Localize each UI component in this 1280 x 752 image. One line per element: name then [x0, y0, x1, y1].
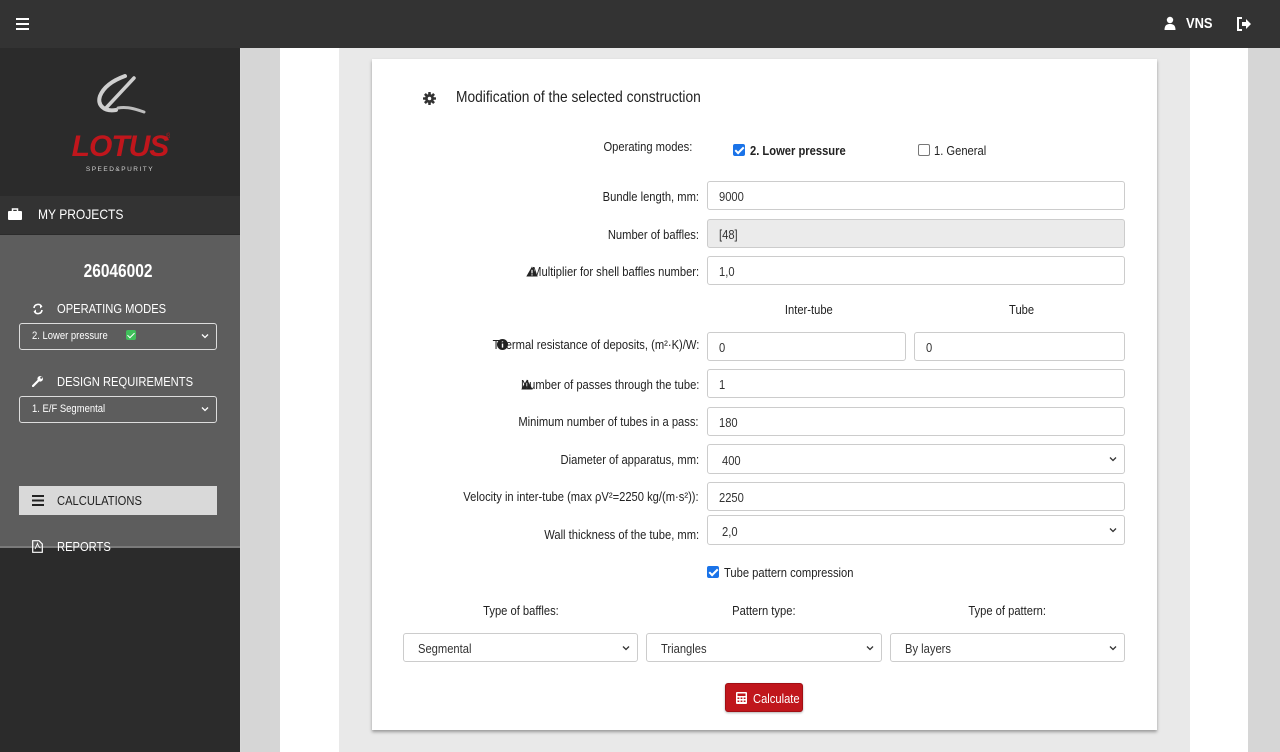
- bundle-length-input[interactable]: 9000: [707, 181, 1125, 210]
- my-projects-label: MY PROJECTS: [38, 206, 124, 222]
- chevron-down-icon: [1109, 646, 1117, 651]
- wall-thickness-select[interactable]: 2,0: [707, 515, 1125, 545]
- mode-lower-pressure-label: 2. Lower pressure: [750, 143, 846, 158]
- design-requirements-title: DESIGN REQUIREMENTS: [57, 374, 194, 389]
- lotus-logo: LOTUS ® SPEED&PURITY: [72, 74, 170, 173]
- list-icon: [32, 495, 44, 506]
- user-name[interactable]: VNS: [1186, 15, 1217, 32]
- tube-pattern-compression-checkbox[interactable]: [707, 566, 719, 578]
- operating-modes-select[interactable]: 2. Lower pressure: [19, 323, 217, 350]
- calculations-label: CALCULATIONS: [57, 493, 142, 508]
- chevron-down-icon: [1109, 457, 1117, 462]
- diameter-select[interactable]: 400: [707, 444, 1125, 474]
- operating-modes-title: OPERATING MODES: [57, 301, 167, 316]
- check-badge-icon: [126, 330, 137, 340]
- wrench-icon: [32, 376, 43, 387]
- mode-general-checkbox[interactable]: [918, 144, 930, 156]
- top-bar: VNS: [0, 0, 1280, 48]
- passes-input[interactable]: 1: [707, 369, 1125, 398]
- my-projects-link[interactable]: MY PROJECTS: [0, 196, 240, 234]
- card-title: Modification of the selected constructio…: [456, 89, 701, 106]
- pattern-type-select[interactable]: Triangles: [646, 633, 882, 662]
- chevron-down-icon: [866, 646, 874, 651]
- thermal-inter-tube-input[interactable]: 0: [707, 332, 906, 361]
- sync-icon: [33, 303, 43, 315]
- inter-tube-column-header: Inter-tube: [785, 302, 833, 317]
- reports-label: REPORTS: [57, 539, 111, 554]
- project-id: 26046002: [83, 261, 153, 281]
- hamburger-menu-icon[interactable]: [16, 18, 29, 30]
- logo-tagline: SPEED&PURITY: [86, 166, 154, 173]
- pattern-type-label: Pattern type:: [732, 603, 796, 618]
- project-panel: 26046002 OPERATING MODES 2. Lower pressu…: [0, 235, 240, 554]
- type-of-baffles-label: Type of baffles:: [482, 603, 559, 618]
- sidebar-item-reports[interactable]: REPORTS: [19, 533, 217, 561]
- chevron-down-icon: [201, 334, 209, 339]
- baffles-input: [48]: [707, 219, 1125, 248]
- type-of-pattern-select[interactable]: By layers: [890, 633, 1125, 662]
- thermal-tube-input[interactable]: 0: [914, 332, 1125, 361]
- type-of-baffles-select[interactable]: Segmental: [403, 633, 638, 662]
- logout-icon[interactable]: [1236, 16, 1252, 32]
- calculate-button[interactable]: Calculate: [725, 683, 803, 712]
- sidebar: LOTUS ® SPEED&PURITY MY PROJECTS 2604600…: [0, 48, 240, 752]
- mode-lower-pressure-checkbox[interactable]: [733, 144, 745, 156]
- chevron-down-icon: [201, 407, 209, 412]
- type-of-pattern-label: Type of pattern:: [968, 603, 1047, 618]
- velocity-input[interactable]: 2250: [707, 482, 1125, 511]
- briefcase-icon: [8, 208, 22, 220]
- sidebar-item-calculations[interactable]: CALCULATIONS: [19, 486, 217, 515]
- calculator-icon: [736, 692, 747, 704]
- chevron-down-icon: [1109, 528, 1117, 533]
- tube-column-header: Tube: [1009, 302, 1035, 317]
- chevron-down-icon: [622, 646, 630, 651]
- tube-pattern-compression-label: Tube pattern compression: [724, 565, 854, 580]
- pdf-file-icon: [32, 540, 43, 553]
- design-requirements-select[interactable]: 1. E/F Segmental: [19, 396, 217, 423]
- min-tubes-input[interactable]: 180: [707, 407, 1125, 436]
- logo-text: LOTUS: [72, 130, 170, 163]
- gear-icon: [423, 92, 436, 105]
- user-icon: [1164, 16, 1176, 30]
- multiplier-input[interactable]: 1,0: [707, 256, 1125, 285]
- mode-general-label: 1. General: [934, 143, 987, 158]
- svg-text:®: ®: [166, 132, 170, 140]
